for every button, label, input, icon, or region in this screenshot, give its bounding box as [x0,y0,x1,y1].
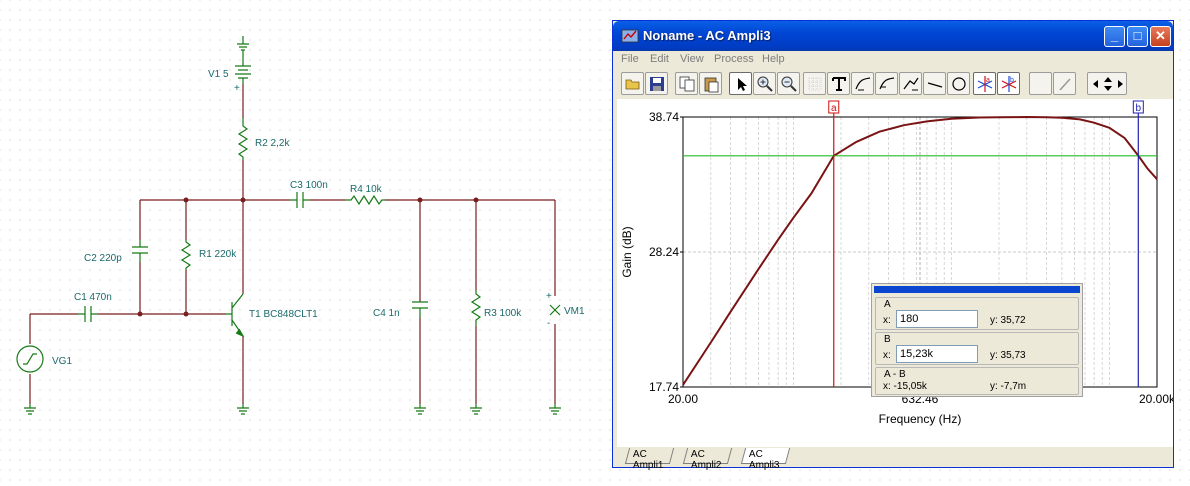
capacitor-c4[interactable] [412,301,428,318]
minimize-button[interactable]: _ [1104,26,1125,47]
close-button[interactable]: ✕ [1150,26,1171,47]
line-icon[interactable] [923,72,946,95]
vm1-minus-sign: - [547,318,550,329]
c2-label: C2 220p [84,253,122,264]
blank-tool-icon[interactable] [1029,72,1052,95]
svg-text:b: b [1010,77,1014,84]
cursor-diff-group: A - B x: -15,05k y: -7,7m [875,367,1079,395]
vg1-label: VG1 [52,356,72,367]
y-tick-label: 38.74 [649,110,679,124]
t1-label: T1 BC848CLT1 [249,309,318,320]
cursor-a-name: A [884,299,891,310]
cursor-b-group: B x: y: 35,73 [875,332,1079,365]
grid-icon[interactable] [803,72,826,95]
title-bar[interactable]: Noname - AC Ampli3 _ □ ✕ [613,21,1173,51]
resistor-r2[interactable] [237,118,249,160]
maximize-button[interactable]: □ [1127,26,1148,47]
curve-tool-2-icon[interactable] [875,72,898,95]
cursor-panel-titlebar[interactable] [874,286,1080,293]
c4-label: C4 1n [373,308,400,319]
v1-plus-sign: + [234,83,240,94]
toolbar: a b [617,72,1169,98]
save-icon[interactable] [645,72,668,95]
resistor-r1[interactable] [180,240,192,270]
cursor-b-name: B [884,334,891,345]
zoom-in-icon[interactable] [753,72,776,95]
open-folder-icon[interactable] [621,72,644,95]
x-tick-label: 20.00k [1139,392,1173,406]
v1-label: V1 5 [208,69,229,80]
cursor-a-y-value: y: 35,72 [990,315,1026,326]
ac-analysis-window: Noname - AC Ampli3 _ □ ✕ File Edit View … [612,20,1174,471]
resistor-r3[interactable] [470,290,482,326]
pen-icon[interactable] [1053,72,1076,95]
menu-bar: File Edit View Process Help [613,51,1173,69]
menu-edit[interactable]: Edit [650,53,669,65]
cursor-a-group: A x: y: 35,72 [875,297,1079,330]
r3-label: R3 100k [484,308,522,319]
zoom-100-icon[interactable] [777,72,800,95]
battery-v1[interactable] [235,50,251,84]
circle-icon[interactable] [947,72,970,95]
tab-ac-ampli2[interactable]: AC Ampli2 [682,448,732,471]
menu-help[interactable]: Help [762,53,785,65]
ground-symbols [24,36,561,415]
r2-label: R2 2,2k [255,138,290,149]
tab-ac-ampli1-label: AC Ampli1 [632,449,664,471]
cursor-a-x-input[interactable] [896,310,978,328]
plot-area[interactable]: 38.74 28.24 17.74 20.00 632.46 20.00k Frequenc… [617,99,1173,447]
text-icon[interactable] [827,72,850,95]
menu-file[interactable]: File [621,53,639,65]
tab-ac-ampli2-label: AC Ampli2 [690,449,722,471]
curve-tool-3-icon[interactable] [899,72,922,95]
cursor-b-icon[interactable]: b [997,72,1020,95]
transistor-t1[interactable] [226,293,245,338]
cursor-readout-panel[interactable]: A x: y: 35,72 B x: y: 35,73 A - B x: -15… [871,283,1083,397]
tab-ac-ampli3-label: AC Ampli3 [748,449,780,471]
app-icon [621,29,639,43]
paste-icon[interactable] [699,72,722,95]
c1-label: C1 470n [74,292,112,303]
y-axis-title: Gain (dB) [620,226,634,277]
cursor-b-x-label: x: [883,350,891,361]
cursor-a-icon[interactable]: a [973,72,996,95]
vm1-plus-sign: + [546,291,552,302]
resistor-r4[interactable] [345,194,385,206]
r4-label: R4 10k [350,184,383,195]
capacitor-c3[interactable] [290,192,310,208]
voltmeter-vm1[interactable] [549,304,561,316]
tab-ac-ampli1[interactable]: AC Ampli1 [624,448,674,471]
menu-view[interactable]: View [680,53,704,65]
wires [29,84,556,404]
copy-icon[interactable] [675,72,698,95]
cursor-a-label: a [831,103,837,114]
svg-text:a: a [986,77,990,84]
c3-label: C3 100n [290,180,328,191]
junction-dots [137,197,479,317]
r1-label: R1 220k [199,249,237,260]
capacitor-c1[interactable] [78,306,98,322]
arrows-icon[interactable] [1087,72,1127,95]
cursor-b-label: b [1136,103,1142,114]
cursor-a-x-label: x: [883,315,891,326]
cursor-b-x-input[interactable] [896,345,978,363]
y-tick-label: 28.24 [649,245,679,259]
window-title: Noname - AC Ampli3 [643,28,771,43]
vm1-label: VM1 [564,306,585,317]
cursor-b-y-value: y: 35,73 [990,350,1026,361]
curve-tool-icon[interactable] [851,72,874,95]
x-axis-title: Frequency (Hz) [879,412,962,426]
pointer-icon[interactable] [729,72,752,95]
cursor-diff-y-value: y: -7,7m [990,381,1027,392]
schematic-canvas[interactable]: V1 5 + R2 2,2k C3 100n R4 10k C2 220p R1… [0,0,610,486]
capacitor-c2[interactable] [132,240,148,262]
signal-generator-vg1[interactable] [16,345,44,373]
menu-process[interactable]: Process [714,53,754,65]
cursor-diff-name: A - B [884,369,906,380]
x-tick-label: 20.00 [668,392,698,406]
tab-ac-ampli3[interactable]: AC Ampli3 [740,448,790,471]
cursor-diff-x-value: x: -15,05k [883,381,927,392]
